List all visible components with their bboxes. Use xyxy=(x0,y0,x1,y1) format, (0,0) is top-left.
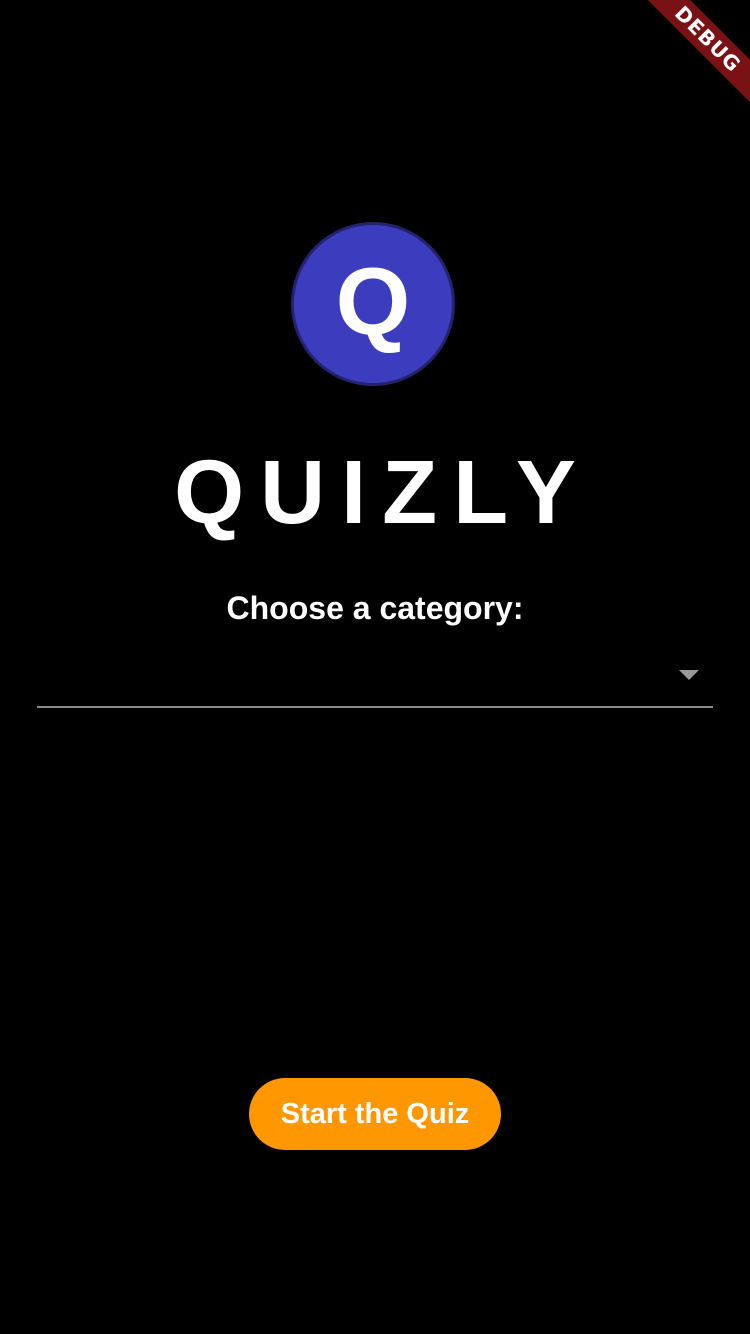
app-logo: Q xyxy=(291,222,455,386)
dropdown-arrow-icon xyxy=(679,670,699,680)
logo-letter: Q xyxy=(335,248,411,355)
start-quiz-button[interactable]: Start the Quiz xyxy=(249,1078,501,1150)
category-dropdown[interactable] xyxy=(37,642,713,708)
debug-banner: DEBUG xyxy=(630,0,750,120)
app-title: QUIZLY xyxy=(174,443,592,543)
debug-ribbon-label: DEBUG xyxy=(640,0,750,107)
category-label: Choose a category: xyxy=(226,590,524,626)
